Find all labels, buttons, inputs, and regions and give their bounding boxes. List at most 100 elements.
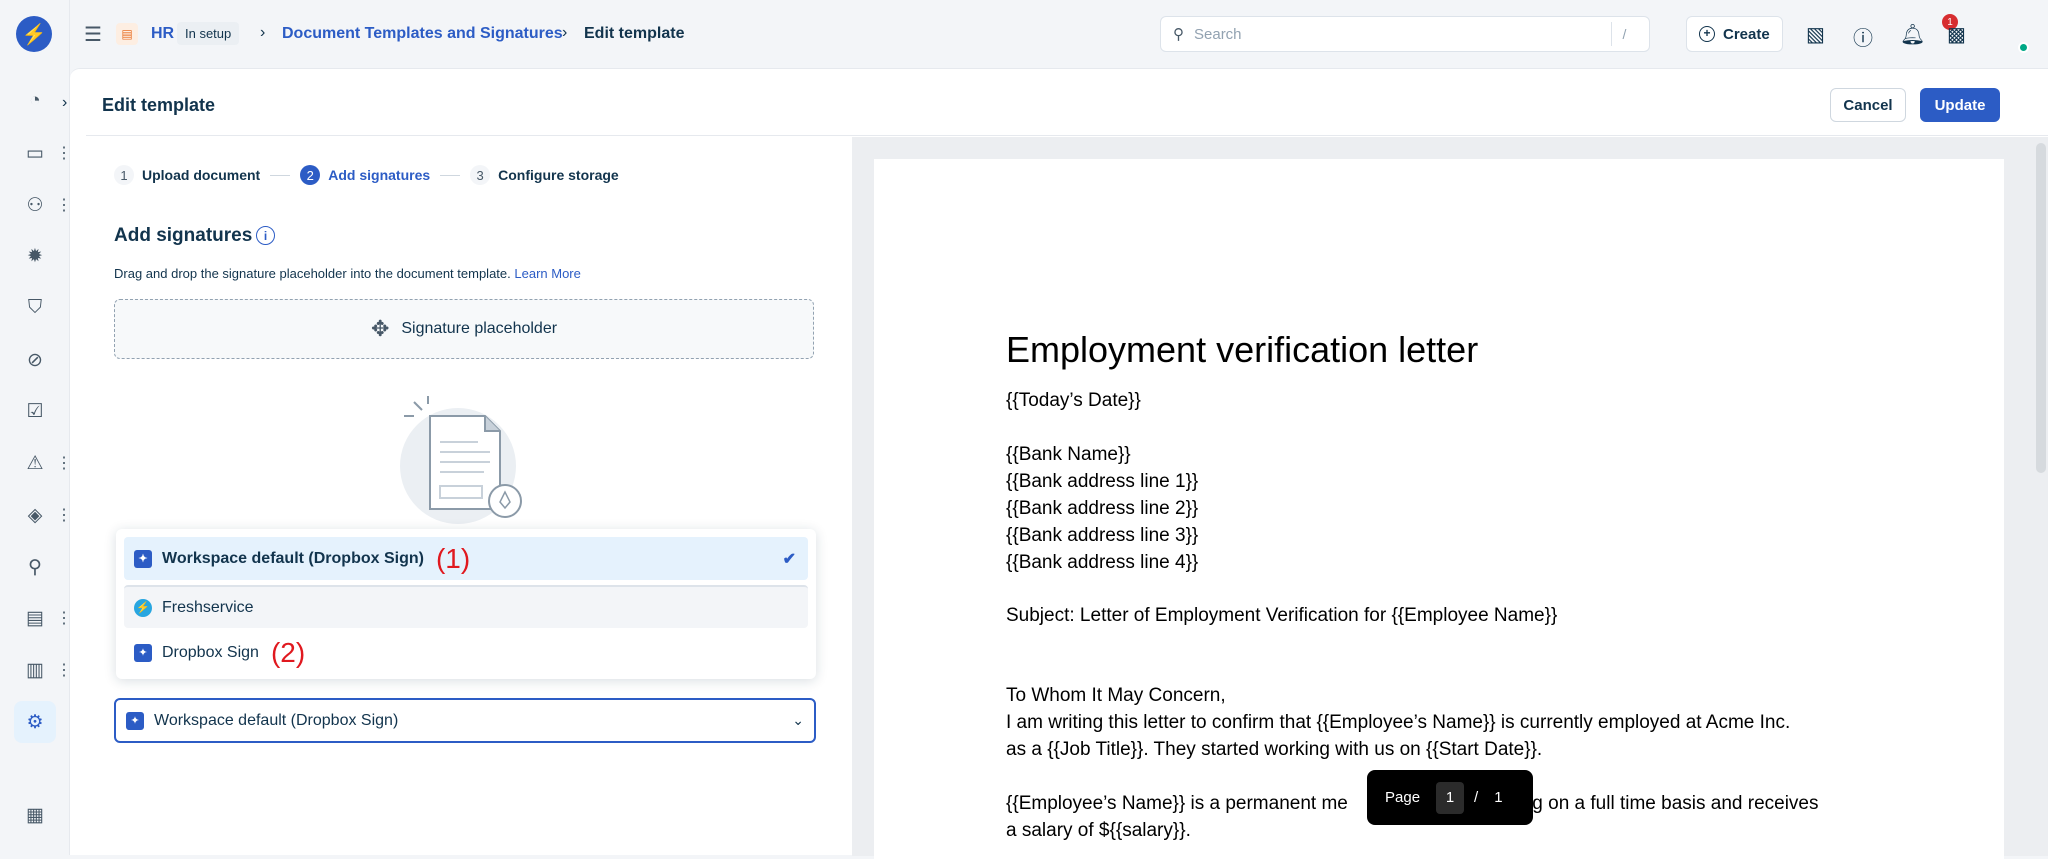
- wizard-stepper: 1 Upload document 2 Add signatures 3 Con…: [114, 165, 619, 185]
- dropbox-sign-icon: ✦: [126, 711, 144, 730]
- apps-icon[interactable]: ▦: [20, 800, 50, 830]
- step-label: Add signatures: [328, 167, 431, 183]
- notifications-bell-icon[interactable]: 🔔︎: [1900, 22, 1925, 47]
- step-upload-document[interactable]: 1 Upload document: [114, 165, 260, 185]
- hamburger-menu-icon[interactable]: ☰: [84, 22, 102, 47]
- document-paragraph-line: {{Employee’s Name}} is a permanent me: [1006, 793, 1348, 814]
- preview-scrollbar[interactable]: [2036, 143, 2046, 473]
- page-indicator: Page 1 / 1: [1367, 770, 1533, 825]
- document-paragraph-line: as a {{Job Title}}. They started working…: [1006, 739, 1543, 760]
- drag-move-icon: ✥: [370, 316, 390, 341]
- expand-sidebar-chevron-icon[interactable]: ›: [62, 94, 67, 112]
- document-preview[interactable]: Employment verification letter {{Today’s…: [852, 137, 2048, 859]
- chevron-down-icon: ⌄: [792, 712, 804, 728]
- page-label: Page: [1385, 789, 1421, 806]
- changes-icon[interactable]: ⛉: [20, 293, 50, 323]
- workspace-status-badge: In setup: [177, 22, 240, 45]
- step-label: Upload document: [142, 167, 261, 183]
- reports-chart-icon[interactable]: ▥: [20, 655, 50, 685]
- bank-line: {{Bank address line 2}}: [1006, 498, 1199, 519]
- service-catalog-icon[interactable]: ▧: [1806, 22, 1825, 47]
- admin-settings-gear-icon[interactable]: ⚙: [14, 701, 56, 743]
- breadcrumb-current: Edit template: [584, 25, 685, 42]
- page-title: Edit template: [102, 95, 216, 115]
- breadcrumb-separator-icon: ›: [260, 24, 266, 41]
- dropbox-sign-icon: ✦: [134, 549, 152, 568]
- step-label: Configure storage: [498, 167, 619, 183]
- bank-line: {{Bank address line 3}}: [1006, 525, 1199, 546]
- edit-template-panel: Edit template Cancel Update 1 Upload doc…: [70, 68, 2048, 859]
- breadcrumb-separator-icon: ›: [562, 24, 568, 41]
- page-number-input[interactable]: 1: [1436, 781, 1465, 814]
- document-subject: Subject: Letter of Employment Verificati…: [1006, 605, 1558, 626]
- option-annotation: (2): [270, 636, 306, 668]
- tasks-checklist-icon[interactable]: ☑: [20, 396, 50, 426]
- description-text: Drag and drop the signature placeholder …: [114, 266, 511, 281]
- search-shortcut-hint: /: [1611, 22, 1637, 46]
- marketplace-store-icon[interactable]: ▩: [1947, 22, 1966, 47]
- tickets-icon[interactable]: ▭: [20, 138, 50, 168]
- breadcrumb-link[interactable]: Document Templates and Signatures: [282, 25, 563, 43]
- page-separator: /: [1474, 789, 1479, 806]
- problems-bug-icon[interactable]: ✹: [20, 241, 50, 271]
- step-configure-storage[interactable]: 3 Configure storage: [470, 165, 619, 185]
- option-label: Dropbox Sign: [162, 643, 259, 661]
- top-bar: ☰ ▤ HR In setup › Document Templates and…: [70, 0, 2048, 68]
- freshservice-logo-icon[interactable]: ⚡: [16, 16, 52, 52]
- step-number: 1: [114, 165, 134, 185]
- checkmark-icon: ✔: [782, 550, 796, 568]
- workspace-icon: ▤: [116, 23, 138, 45]
- help-icon[interactable]: ⓘ: [1853, 22, 1873, 51]
- document-title: Employment verification letter: [1006, 329, 1479, 370]
- step-connector: [440, 174, 461, 176]
- document-greeting: To Whom It May Concern,: [1006, 685, 1226, 706]
- selected-value: Workspace default (Dropbox Sign): [154, 711, 399, 729]
- signature-placeholder-draggable[interactable]: ✥ Signature placeholder: [114, 299, 814, 359]
- option-label: Workspace default (Dropbox Sign): [162, 549, 424, 567]
- document-signature-illustration: [400, 396, 522, 524]
- bank-line: {{Bank address line 1}}: [1006, 471, 1199, 492]
- bank-line: {{Bank Name}}: [1006, 444, 1131, 465]
- alerts-warning-icon[interactable]: ⚠: [20, 448, 50, 478]
- cancel-button[interactable]: Cancel: [1830, 88, 1906, 122]
- step-number: 2: [300, 165, 321, 185]
- signature-placeholder-label: Signature placeholder: [401, 320, 558, 337]
- signature-provider-select[interactable]: ✦ Workspace default (Dropbox Sign) ⌄: [114, 698, 816, 743]
- add-signatures-heading: Add signatures: [114, 225, 253, 246]
- info-icon[interactable]: i: [256, 226, 275, 245]
- signature-provider-dropdown-list: ✦ Workspace default (Dropbox Sign) (1) ✔…: [116, 529, 816, 679]
- step-add-signatures[interactable]: 2 Add signatures: [300, 165, 430, 185]
- document-paragraph-line: I am writing this letter to confirm that…: [1006, 712, 1791, 733]
- header-divider: [86, 135, 2048, 136]
- option-annotation: (1): [435, 542, 471, 574]
- document-paragraph-line: king on a full time basis and receives: [1508, 793, 1819, 814]
- workspace-name[interactable]: HR: [151, 25, 174, 43]
- step-number: 3: [470, 165, 491, 185]
- dashboard-icon[interactable]: ◔: [20, 86, 50, 116]
- global-search[interactable]: ⚲ /: [1160, 16, 1650, 52]
- left-navigation-rail: ⚡ ◔ ▭ ⋮ ⚇ ⋮ ✹ ⛉ ⊘ ☑ ⚠ ⋮ ◈ ⋮ ⚲ ▤ ⋮ ▥ ⋮ ⚙ …: [0, 0, 72, 855]
- page-total: 1: [1494, 789, 1503, 806]
- signatures-description: Drag and drop the signature placeholder …: [114, 266, 581, 281]
- document-date: {{Today’s Date}}: [1006, 390, 1141, 411]
- document-paragraph-line: a salary of ${{salary}}.: [1006, 820, 1191, 841]
- option-label: Freshservice: [162, 598, 254, 616]
- assets-layers-icon[interactable]: ◈: [20, 500, 50, 530]
- search-icon: ⚲: [1173, 26, 1184, 43]
- bank-line: {{Bank address line 4}}: [1006, 552, 1199, 573]
- search-input[interactable]: [1194, 25, 1611, 43]
- freshservice-icon: ⚡: [134, 598, 152, 617]
- plus-icon: +: [1699, 26, 1715, 42]
- contracts-icon[interactable]: ⚲: [20, 552, 50, 582]
- releases-icon[interactable]: ⊘: [20, 345, 50, 375]
- create-label: Create: [1723, 25, 1770, 43]
- requesters-icon[interactable]: ⚇: [20, 190, 50, 220]
- solutions-book-icon[interactable]: ▤: [20, 603, 50, 633]
- online-status-dot: [2018, 42, 2029, 53]
- update-button[interactable]: Update: [1920, 88, 2000, 122]
- option-workspace-default[interactable]: ✦ Workspace default (Dropbox Sign) (1) ✔: [124, 537, 808, 580]
- create-button[interactable]: + Create: [1686, 16, 1783, 52]
- learn-more-link[interactable]: Learn More: [514, 266, 580, 281]
- option-dropbox-sign[interactable]: ✦ Dropbox Sign (2): [124, 631, 808, 674]
- option-freshservice[interactable]: ⚡ Freshservice: [124, 585, 808, 628]
